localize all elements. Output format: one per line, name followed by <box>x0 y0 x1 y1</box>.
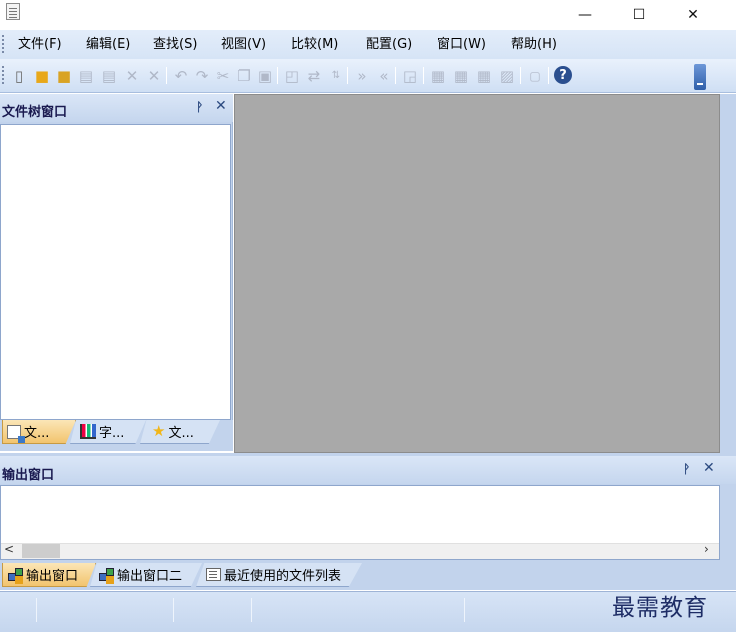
close-panel-icon[interactable]: ✕ <box>215 98 227 114</box>
toolbar-overflow-button[interactable] <box>694 64 706 90</box>
copy-icon[interactable]: ❐ <box>235 66 253 85</box>
open-folder-icon[interactable]: ■ <box>33 66 51 85</box>
minimize-button[interactable]: — <box>562 0 608 30</box>
status-separator <box>464 598 465 622</box>
file-tree-icon <box>7 424 25 443</box>
merge-right-icon[interactable]: ▨ <box>498 66 516 85</box>
compare-icon[interactable]: ◲ <box>401 66 419 85</box>
replace-icon[interactable]: ⇄ <box>305 66 323 85</box>
output-title: 输出窗口 <box>2 468 55 483</box>
toolbar-separator <box>548 67 549 84</box>
close-all-icon[interactable]: ✕ <box>145 66 163 85</box>
tab-label: 文... <box>24 426 50 441</box>
find-icon[interactable]: ◰ <box>283 66 301 85</box>
watermark: 最需教育 <box>612 595 708 621</box>
tab-favorite-files[interactable]: ★ 文... <box>140 420 220 444</box>
close-icon[interactable]: ✕ <box>123 66 141 85</box>
horizontal-scrollbar[interactable] <box>1 543 719 559</box>
pin-icon[interactable]: ᚹ <box>196 100 203 114</box>
status-separator <box>36 598 37 622</box>
tab-recent-files[interactable]: 最近使用的文件列表 <box>196 563 362 587</box>
scroll-right-arrow[interactable]: › <box>704 542 709 556</box>
status-separator <box>173 598 174 622</box>
status-separator <box>251 598 252 622</box>
new-file-icon[interactable]: ▯ <box>10 66 28 85</box>
tab-label: 输出窗口二 <box>117 569 183 584</box>
menu-config[interactable]: 配置(G) <box>364 30 414 59</box>
menu-compare[interactable]: 比较(M) <box>289 30 340 59</box>
star-icon: ★ <box>152 421 166 440</box>
toolbar-separator <box>520 67 521 84</box>
menu-grip[interactable] <box>2 35 5 53</box>
output-header <box>0 456 736 484</box>
menu-help[interactable]: 帮助(H) <box>509 30 559 59</box>
pin-icon[interactable]: ᚹ <box>683 462 690 476</box>
cut-icon[interactable]: ✂ <box>214 66 232 85</box>
close-panel-icon[interactable]: ✕ <box>703 460 715 476</box>
menu-find[interactable]: 查找(S) <box>151 30 199 59</box>
tab-character-stats[interactable]: 字... <box>70 420 146 444</box>
tab-output-window[interactable]: 输出窗口 <box>2 563 96 587</box>
file-tree-title: 文件树窗口 <box>2 105 68 120</box>
file-tree-content[interactable] <box>0 124 231 420</box>
output-icon <box>7 567 23 583</box>
close-window-button[interactable]: ✕ <box>670 0 716 30</box>
maximize-button[interactable]: ☐ <box>616 0 662 30</box>
undo-icon[interactable]: ↶ <box>172 66 190 85</box>
sort-icon[interactable]: ⇅ <box>327 66 345 85</box>
toolbar-separator <box>277 67 278 84</box>
scroll-left-arrow[interactable]: < <box>4 542 14 556</box>
redo-icon[interactable]: ↷ <box>193 66 211 85</box>
paste-icon[interactable]: ▣ <box>256 66 274 85</box>
open-recent-icon[interactable]: ■ <box>55 66 73 85</box>
tab-output-window-2[interactable]: 输出窗口二 <box>90 563 202 587</box>
save-all-icon[interactable]: ▤ <box>100 66 118 85</box>
scroll-thumb[interactable] <box>22 544 60 558</box>
tab-label: 输出窗口 <box>26 569 79 584</box>
right-frame <box>720 94 736 453</box>
menu-view[interactable]: 视图(V) <box>219 30 268 59</box>
toolbar-grip[interactable] <box>2 66 5 84</box>
tab-label: 文... <box>168 426 194 441</box>
merge-all-icon[interactable]: ▦ <box>452 66 470 85</box>
tab-file-tree[interactable]: 文... <box>2 420 76 444</box>
output-icon <box>98 567 114 583</box>
previous-difference-icon[interactable]: « <box>375 66 393 85</box>
toolbar-separator <box>166 67 167 84</box>
merge-left-icon[interactable]: ▦ <box>475 66 493 85</box>
merge-icon[interactable]: ▦ <box>429 66 447 85</box>
toolbar-separator <box>347 67 348 84</box>
save-icon[interactable]: ▤ <box>77 66 95 85</box>
tab-label: 字... <box>99 426 125 441</box>
recent-files-icon <box>206 568 221 581</box>
next-difference-icon[interactable]: » <box>353 66 371 85</box>
menu-edit[interactable]: 编辑(E) <box>84 30 132 59</box>
menu-file[interactable]: 文件(F) <box>16 30 64 59</box>
help-icon[interactable]: ? <box>554 66 572 84</box>
chart-icon <box>80 424 96 439</box>
toolbar-separator <box>395 67 396 84</box>
menu-window[interactable]: 窗口(W) <box>435 30 488 59</box>
app-icon[interactable] <box>6 3 20 20</box>
toolbar-separator <box>423 67 424 84</box>
goto-line-icon[interactable]: ▢ <box>526 66 544 85</box>
editor-area[interactable] <box>234 94 720 453</box>
tab-label: 最近使用的文件列表 <box>224 569 342 584</box>
